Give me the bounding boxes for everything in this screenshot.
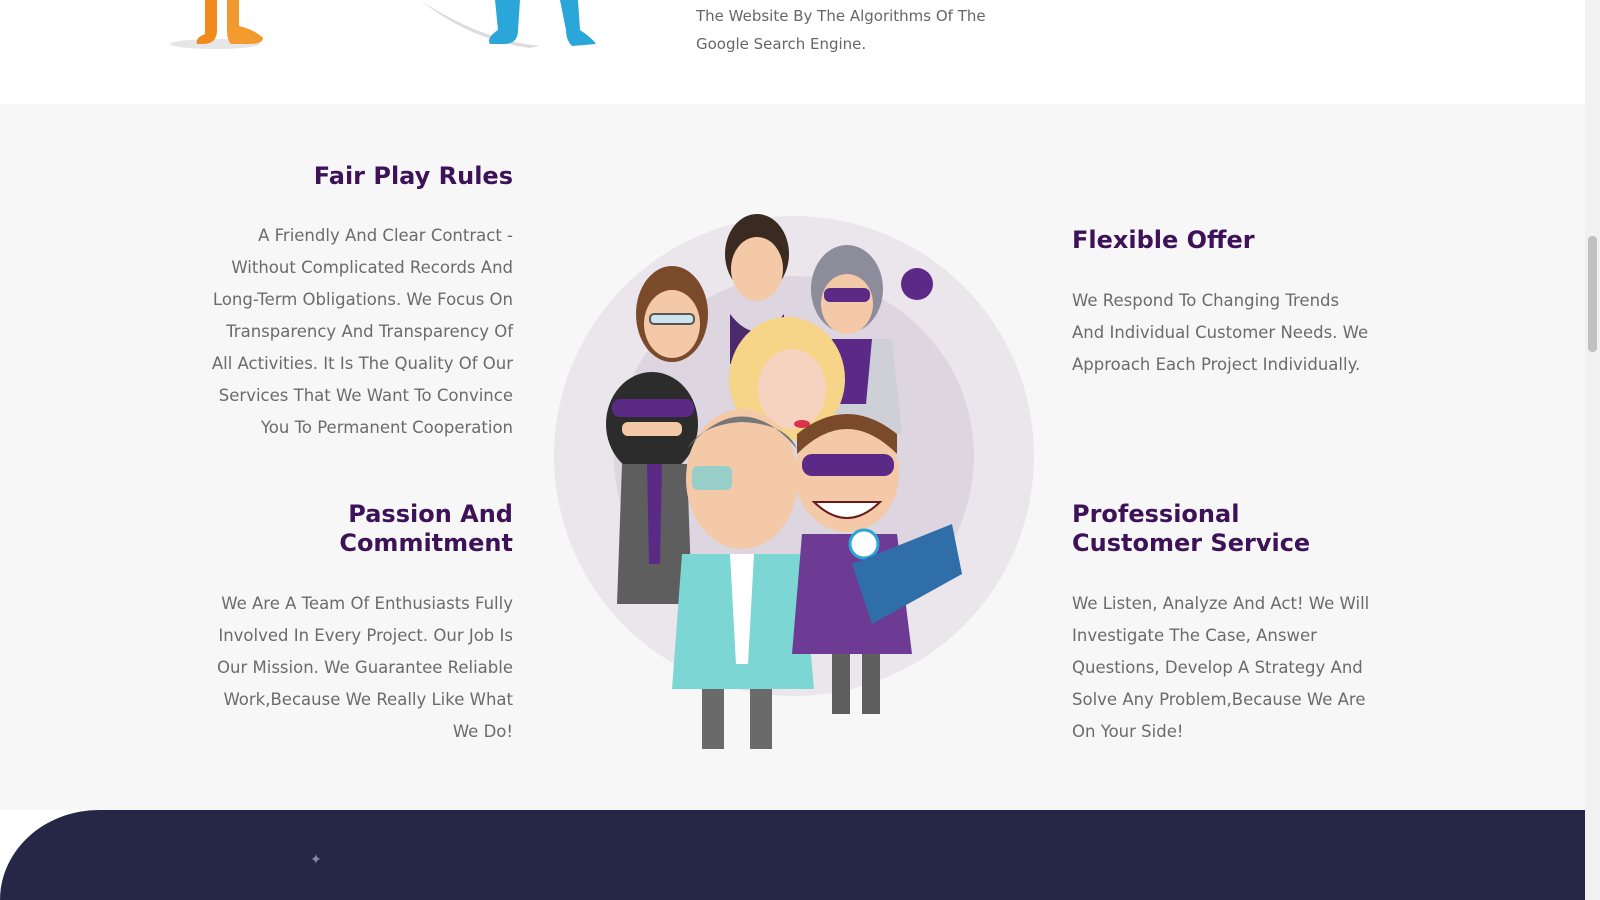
blue-hero-character-image bbox=[420, 0, 596, 48]
feature-description: We Are A Team Of Enthusiasts Fully Invol… bbox=[217, 594, 513, 741]
sparkle-icon: ✦ bbox=[310, 852, 322, 868]
feature-customer-service: Professional Customer Service We Listen,… bbox=[1072, 500, 1372, 748]
dark-footer-section bbox=[0, 810, 1585, 900]
scrollbar-thumb[interactable] bbox=[1588, 236, 1597, 352]
feature-description: A Friendly And Clear Contract - Without … bbox=[211, 226, 513, 437]
top-section-text: The Website By The Algorithms Of The Goo… bbox=[696, 7, 986, 53]
page-scrollbar[interactable] bbox=[1585, 0, 1600, 900]
feature-title: Passion And Commitment bbox=[339, 500, 513, 557]
team-characters-illustration bbox=[554, 214, 1034, 749]
feature-title: Fair Play Rules bbox=[313, 162, 513, 190]
feature-title: Professional Customer Service bbox=[1072, 500, 1311, 557]
feature-description: We Listen, Analyze And Act! We Will Inve… bbox=[1072, 594, 1370, 741]
top-section: The Website By The Algorithms Of The Goo… bbox=[0, 0, 1585, 104]
orange-hero-character-image bbox=[170, 0, 263, 49]
feature-title: Flexible Offer bbox=[1072, 226, 1255, 254]
feature-fair-play: Fair Play Rules A Friendly And Clear Con… bbox=[205, 162, 513, 444]
feature-description: We Respond To Changing Trends And Indivi… bbox=[1072, 291, 1369, 374]
feature-passion: Passion And Commitment We Are A Team Of … bbox=[205, 500, 513, 748]
feature-flexible-offer: Flexible Offer We Respond To Changing Tr… bbox=[1072, 226, 1372, 381]
